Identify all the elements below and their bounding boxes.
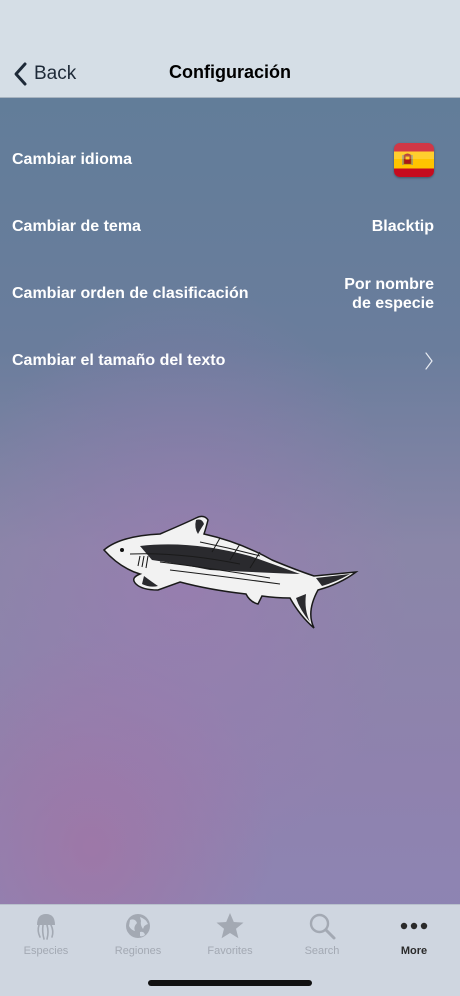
settings-list: Cambiar idioma Cambiar de tema Blacktip … [0, 126, 460, 394]
tab-label: Favorites [207, 945, 253, 957]
tab-label: Especies [23, 945, 69, 957]
tab-label: Regiones [114, 945, 162, 957]
shark-illustration [102, 515, 359, 629]
tab-especies[interactable]: Especies [0, 909, 92, 965]
setting-row-theme[interactable]: Cambiar de tema Blacktip [0, 193, 460, 260]
tab-label: Search [304, 945, 340, 957]
tab-favorites[interactable]: Favorites [184, 909, 276, 965]
tab-search[interactable]: Search [276, 909, 368, 965]
search-icon [309, 913, 336, 940]
chevron-right-icon [425, 351, 433, 370]
setting-value: Por nombre de especie [344, 275, 434, 312]
jellyfish-icon [37, 914, 55, 940]
spain-flag-icon [394, 142, 434, 177]
page-title: Configuración [169, 62, 291, 82]
more-icon [400, 922, 428, 930]
setting-label: Cambiar el tamaño del texto [12, 351, 226, 369]
setting-row-text-size[interactable]: Cambiar el tamaño del texto [0, 327, 460, 394]
navigation-bar: Back Configuración [0, 0, 460, 98]
tab-label: More [400, 945, 428, 957]
tab-regiones[interactable]: Regiones [92, 909, 184, 965]
star-icon [216, 913, 244, 939]
globe-icon [126, 914, 150, 938]
setting-label: Cambiar orden de clasificación [12, 284, 249, 302]
tab-more[interactable]: More [368, 909, 460, 965]
home-indicator[interactable] [148, 980, 312, 986]
setting-row-sort-order[interactable]: Cambiar orden de clasificación Por nombr… [0, 260, 460, 327]
setting-label: Cambiar idioma [12, 150, 133, 168]
setting-row-language[interactable]: Cambiar idioma [0, 126, 460, 193]
setting-value: Blacktip [371, 218, 434, 235]
setting-label: Cambiar de tema [12, 217, 141, 235]
